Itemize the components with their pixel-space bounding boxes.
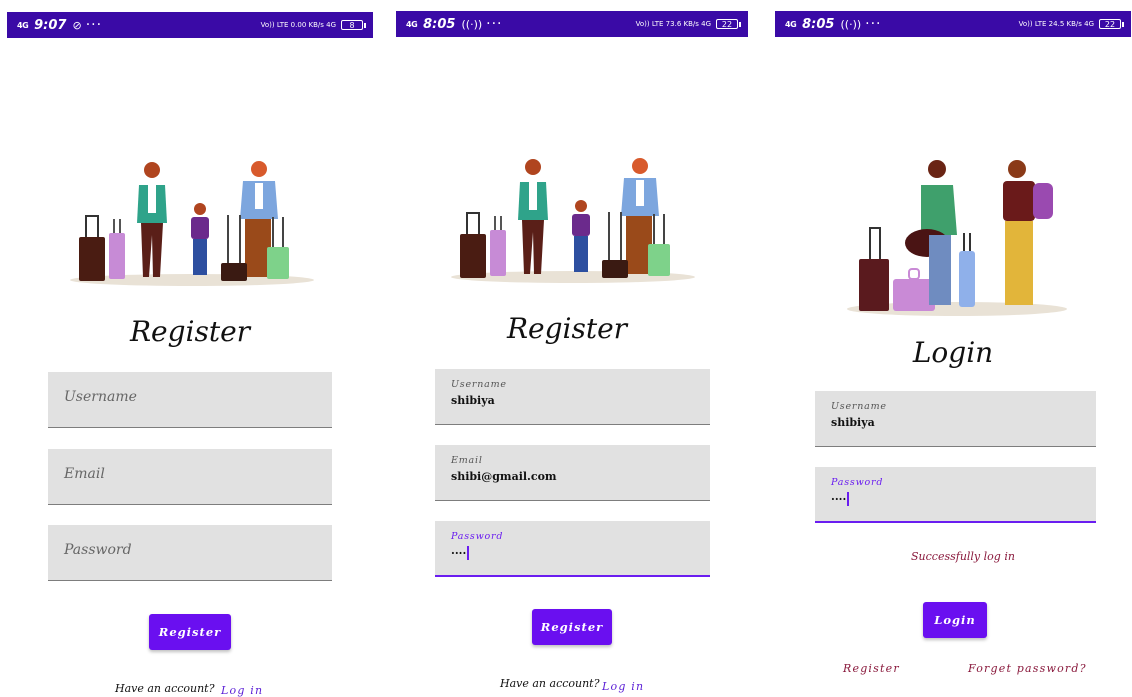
- username-value: shibiya: [451, 394, 495, 407]
- login-link[interactable]: Log in: [221, 684, 263, 697]
- login-button[interactable]: Login: [923, 602, 987, 638]
- hotspot-icon: ((·)): [840, 17, 862, 31]
- username-label: Username: [831, 401, 887, 412]
- battery-icon: 8: [341, 20, 366, 30]
- couple-travel-illustration: [847, 160, 1067, 316]
- signal-icon: 4G: [785, 19, 797, 29]
- status-bar: 4G 8:05 ((·)) ··· Vo)) LTE 73.6 KB/s 4G …: [396, 11, 748, 37]
- signal-icon: 4G: [406, 19, 418, 29]
- more-notifications-icon: ···: [85, 17, 103, 33]
- phone-login: 4G 8:05 ((·)) ··· Vo)) LTE 24.5 KB/s 4G …: [775, 0, 1131, 697]
- status-time: 8:05: [423, 16, 456, 32]
- status-time: 9:07: [34, 17, 67, 33]
- password-value: ····: [451, 546, 470, 560]
- register-button[interactable]: Register: [149, 614, 231, 650]
- family-travel-illustration: [451, 158, 695, 283]
- phone-register-filled: 4G 8:05 ((·)) ··· Vo)) LTE 73.6 KB/s 4G …: [396, 0, 748, 697]
- phone-register-empty: 4G 9:07 ⊘ ··· Vo)) LTE 0.00 KB/s 4G 8 Re…: [7, 0, 373, 697]
- email-input[interactable]: Email: [48, 449, 332, 505]
- username-input[interactable]: Username: [48, 372, 332, 428]
- page-title: Register: [129, 315, 251, 348]
- password-input[interactable]: Password: [48, 525, 332, 581]
- page-title: Login: [912, 336, 994, 369]
- forgot-password-link[interactable]: Forget password?: [968, 662, 1087, 675]
- status-bar: 4G 8:05 ((·)) ··· Vo)) LTE 24.5 KB/s 4G …: [775, 11, 1131, 37]
- login-link[interactable]: Log in: [602, 680, 644, 693]
- status-time: 8:05: [802, 16, 835, 32]
- more-notifications-icon: ···: [486, 16, 503, 32]
- username-input[interactable]: Username shibiya: [435, 369, 710, 425]
- password-input[interactable]: Password ····: [435, 521, 710, 577]
- status-extra-icon: ⊘: [72, 18, 82, 32]
- username-value: shibiya: [831, 416, 875, 429]
- signal-icon: 4G: [17, 20, 29, 30]
- success-message: Successfully log in: [911, 550, 1015, 563]
- more-notifications-icon: ···: [865, 16, 882, 32]
- family-travel-illustration: [70, 161, 314, 286]
- have-account-text: Have an account?: [115, 682, 215, 695]
- battery-icon: 22: [716, 19, 741, 29]
- email-label: Email: [451, 455, 483, 466]
- page-title: Register: [506, 312, 628, 345]
- password-label: Password: [831, 477, 884, 488]
- password-label: Password: [451, 531, 504, 542]
- network-info: Vo)) LTE 0.00 KB/s 4G: [260, 20, 336, 29]
- hotspot-icon: ((·)): [461, 17, 483, 31]
- email-placeholder: Email: [64, 466, 105, 482]
- password-input[interactable]: Password ····: [815, 467, 1096, 523]
- battery-icon: 22: [1099, 19, 1124, 29]
- text-cursor: [847, 492, 850, 506]
- password-value: ····: [831, 492, 850, 506]
- register-link[interactable]: Register: [843, 662, 900, 675]
- network-info: Vo)) LTE 24.5 KB/s 4G: [1018, 19, 1094, 28]
- have-account-text: Have an account?: [500, 677, 600, 690]
- password-placeholder: Password: [64, 542, 132, 558]
- username-placeholder: Username: [64, 389, 137, 405]
- network-info: Vo)) LTE 73.6 KB/s 4G: [635, 19, 711, 28]
- email-input[interactable]: Email shibi@gmail.com: [435, 445, 710, 501]
- username-label: Username: [451, 379, 507, 390]
- register-button[interactable]: Register: [532, 609, 612, 645]
- status-bar: 4G 9:07 ⊘ ··· Vo)) LTE 0.00 KB/s 4G 8: [7, 12, 373, 38]
- username-input[interactable]: Username shibiya: [815, 391, 1096, 447]
- email-value: shibi@gmail.com: [451, 470, 557, 483]
- text-cursor: [467, 546, 470, 560]
